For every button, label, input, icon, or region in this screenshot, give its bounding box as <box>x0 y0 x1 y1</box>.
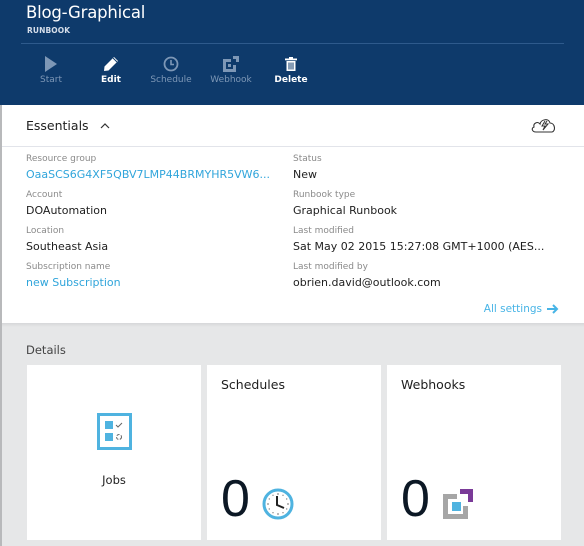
webhook-icon <box>443 489 473 519</box>
resource-group-link[interactable]: OaaSCS6G4XF5QBV7LMP44BRMYHR5VW6... <box>26 166 288 183</box>
subscription-link[interactable]: new Subscription <box>26 274 288 291</box>
status-value: New <box>293 168 317 181</box>
essentials-panel: Essentials Resource group OaaSCS6G4XF5QB… <box>2 105 584 323</box>
runbook-type-label: Runbook type <box>293 190 356 200</box>
resource-group-label: Resource group <box>26 154 97 164</box>
chevron-up-icon <box>100 122 109 128</box>
essentials-left-column: Resource group OaaSCS6G4XF5QBV7LMP44BRMY… <box>26 153 288 297</box>
runbook-type-field: Runbook type Graphical Runbook <box>293 189 578 225</box>
webhooks-tile[interactable]: Webhooks 0 <box>387 365 561 540</box>
account-value: DOAutomation <box>26 204 108 217</box>
edit-button[interactable]: Edit <box>81 54 141 85</box>
all-settings-link[interactable]: All settings <box>484 303 559 315</box>
essentials-shadow <box>2 323 584 327</box>
start-label: Start <box>40 75 62 85</box>
cloud-lightning-icon[interactable] <box>530 115 558 135</box>
delete-button[interactable]: Delete <box>261 54 321 85</box>
last-modified-by-label: Last modified by <box>293 262 368 272</box>
schedule-label: Schedule <box>150 75 192 85</box>
last-modified-by-value: obrien.david@outlook.com <box>293 276 441 289</box>
essentials-heading: Essentials <box>26 118 89 133</box>
page-subtitle: RUNBOOK <box>27 26 71 35</box>
webhooks-count: 0 <box>401 470 430 528</box>
start-button[interactable]: Start <box>21 54 81 85</box>
trash-icon <box>261 54 321 74</box>
essentials-toggle[interactable]: Essentials <box>26 118 111 133</box>
jobs-label: Jobs <box>102 473 126 487</box>
webhook-label: Webhook <box>210 75 252 85</box>
clock-icon <box>141 54 201 74</box>
edit-label: Edit <box>101 75 121 85</box>
account-label: Account <box>26 190 63 200</box>
schedule-button[interactable]: Schedule <box>141 54 201 85</box>
command-bar: Start Edit Schedule Webhook Delete <box>0 54 584 94</box>
location-value: Southeast Asia <box>26 240 109 253</box>
clock-icon <box>262 488 294 520</box>
essentials-right-column: Status New Runbook type Graphical Runboo… <box>293 153 578 297</box>
schedules-title: Schedules <box>221 377 285 392</box>
location-label: Location <box>26 226 65 236</box>
account-field: Account DOAutomation <box>26 189 288 225</box>
all-settings-label: All settings <box>483 303 542 315</box>
details-heading: Details <box>26 343 66 357</box>
schedules-count: 0 <box>221 470 250 528</box>
runbook-type-value: Graphical Runbook <box>293 204 398 217</box>
page-title: Blog-Graphical <box>26 3 146 22</box>
pencil-icon <box>81 54 141 74</box>
schedules-tile[interactable]: Schedules 0 <box>207 365 381 540</box>
webhook-button[interactable]: Webhook <box>201 54 261 85</box>
play-icon <box>21 54 81 74</box>
header-divider <box>21 43 564 44</box>
jobs-tile[interactable]: Jobs <box>27 365 201 540</box>
location-field: Location Southeast Asia <box>26 225 288 261</box>
subscription-label: Subscription name <box>26 262 111 272</box>
last-modified-value: Sat May 02 2015 15:27:08 GMT+1000 (AES..… <box>293 240 545 253</box>
blade-header: Blog-Graphical RUNBOOK Start Edit Schedu… <box>0 0 584 105</box>
webhook-icon <box>201 54 261 74</box>
resource-group-field: Resource group OaaSCS6G4XF5QBV7LMP44BRMY… <box>26 153 288 189</box>
status-label: Status <box>293 154 322 164</box>
last-modified-field: Last modified Sat May 02 2015 15:27:08 G… <box>293 225 578 261</box>
jobs-icon <box>97 413 132 450</box>
webhooks-title: Webhooks <box>401 377 466 392</box>
delete-label: Delete <box>274 75 308 85</box>
arrow-right-icon <box>547 304 559 314</box>
subscription-field: Subscription name new Subscription <box>26 261 288 297</box>
last-modified-by-field: Last modified by obrien.david@outlook.co… <box>293 261 578 297</box>
status-field: Status New <box>293 153 578 189</box>
essentials-divider <box>2 146 584 147</box>
last-modified-label: Last modified <box>293 226 355 236</box>
